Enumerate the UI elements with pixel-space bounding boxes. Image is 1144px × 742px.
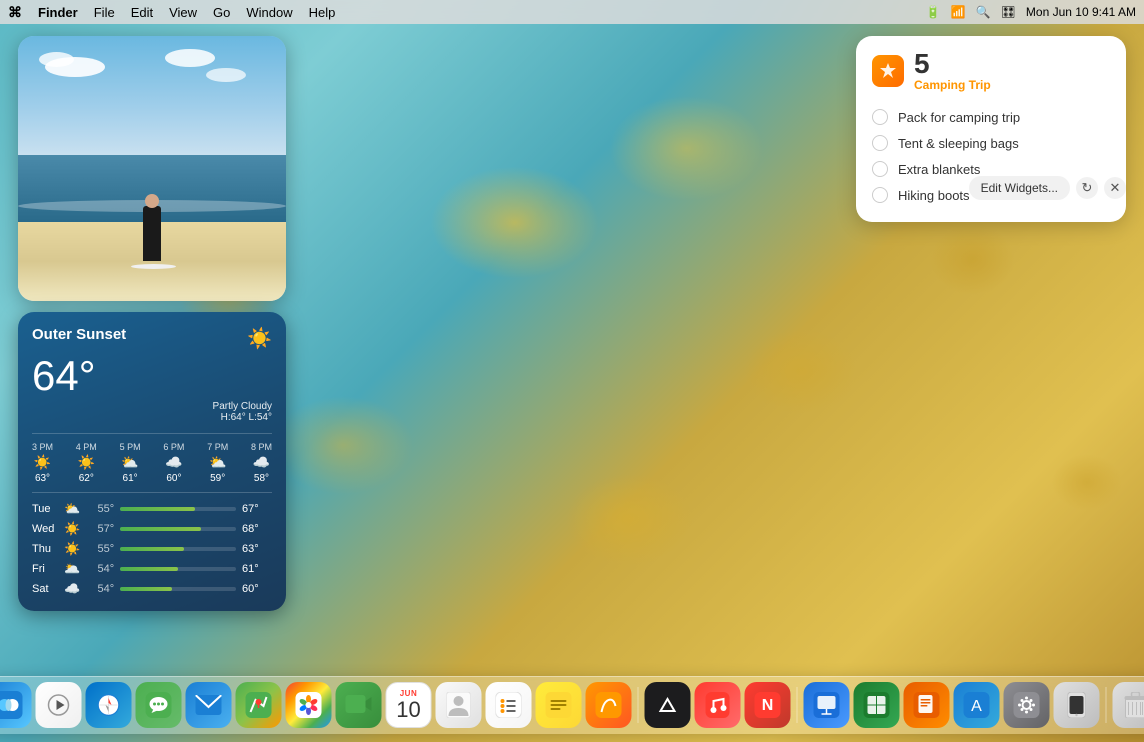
- dock-messages[interactable]: [136, 682, 182, 728]
- daily-row-sat: Sat ☁️ 54° 60°: [32, 581, 272, 597]
- dock-contacts[interactable]: [436, 682, 482, 728]
- reminder-text-4: Hiking boots: [898, 188, 970, 203]
- search-icon[interactable]: 🔍: [976, 5, 991, 19]
- reminder-checkbox-2[interactable]: [872, 135, 888, 151]
- dock-trash[interactable]: [1113, 682, 1144, 728]
- dock-iphone-mirror[interactable]: [1054, 682, 1100, 728]
- dock-appstore[interactable]: A: [954, 682, 1000, 728]
- reminder-item-1[interactable]: Pack for camping trip: [872, 104, 1110, 130]
- dock-finder[interactable]: [0, 682, 32, 728]
- dock-mail[interactable]: [186, 682, 232, 728]
- dock-music[interactable]: [695, 682, 741, 728]
- dock-separator-2: [797, 687, 798, 723]
- dock-pages[interactable]: [904, 682, 950, 728]
- menubar: ⌘ Finder File Edit View Go Window Help 🔋…: [0, 0, 1144, 24]
- reminder-checkbox-4[interactable]: [872, 187, 888, 203]
- dock-numbers[interactable]: [854, 682, 900, 728]
- reminders-app-icon: [872, 55, 904, 87]
- dock-keynote[interactable]: [804, 682, 850, 728]
- daily-row-tue: Tue ⛅ 55° 67°: [32, 501, 272, 517]
- wifi-icon: 📶: [951, 5, 966, 19]
- dock-maps[interactable]: [236, 682, 282, 728]
- dock-photos[interactable]: [286, 682, 332, 728]
- menu-window[interactable]: Window: [246, 5, 292, 20]
- dock-safari[interactable]: [86, 682, 132, 728]
- reminder-checkbox-3[interactable]: [872, 161, 888, 177]
- svg-text:A: A: [971, 698, 982, 715]
- dock-appletv[interactable]: [645, 682, 691, 728]
- weather-daily: Tue ⛅ 55° 67° Wed ☀️ 57° 68° Thu ☀️ 55° …: [32, 492, 272, 597]
- weather-temperature: 64°: [32, 355, 272, 397]
- dock-facetime[interactable]: [336, 682, 382, 728]
- apple-menu[interactable]: ⌘: [8, 4, 22, 21]
- menu-finder[interactable]: Finder: [38, 5, 78, 20]
- daily-row-fri: Fri 🌥️ 54° 61°: [32, 561, 272, 577]
- reminders-count: 5: [914, 50, 991, 78]
- photo-widget: [18, 36, 286, 301]
- close-widget-button[interactable]: ✕: [1104, 177, 1126, 199]
- reminder-item-2[interactable]: Tent & sleeping bags: [872, 130, 1110, 156]
- reminder-checkbox-1[interactable]: [872, 109, 888, 125]
- dock-reminders[interactable]: [486, 682, 532, 728]
- dock-notes[interactable]: [536, 682, 582, 728]
- menu-file[interactable]: File: [94, 5, 115, 20]
- weather-location: Outer Sunset: [32, 326, 126, 343]
- dock-separator: [638, 687, 639, 723]
- weather-highlow: Partly Cloudy H:64° L:54°: [213, 401, 272, 423]
- control-center-icon[interactable]: 🎛: [1001, 5, 1016, 19]
- daily-row-wed: Wed ☀️ 57° 68°: [32, 521, 272, 537]
- menu-edit[interactable]: Edit: [131, 5, 153, 20]
- rotate-widget-button[interactable]: ↻: [1076, 177, 1098, 199]
- menu-view[interactable]: View: [169, 5, 197, 20]
- widget-controls: Edit Widgets... ↻ ✕: [969, 176, 1126, 200]
- dock-system-settings[interactable]: [1004, 682, 1050, 728]
- svg-text:N: N: [762, 697, 774, 714]
- battery-icon: 🔋: [926, 5, 941, 19]
- reminders-list-name: Camping Trip: [914, 78, 991, 92]
- dock-separator-3: [1106, 687, 1107, 723]
- dock-launchpad[interactable]: [36, 682, 82, 728]
- menu-go[interactable]: Go: [213, 5, 230, 20]
- dock-calendar[interactable]: JUN 10: [386, 682, 432, 728]
- reminder-text-3: Extra blankets: [898, 162, 980, 177]
- daily-row-thu: Thu ☀️ 55° 63°: [32, 541, 272, 557]
- datetime: Mon Jun 10 9:41 AM: [1026, 5, 1136, 19]
- dock-freeform[interactable]: [586, 682, 632, 728]
- desktop: ⌘ Finder File Edit View Go Window Help 🔋…: [0, 0, 1144, 742]
- dock: JUN 10: [0, 676, 1144, 734]
- weather-sun-icon: ☀️: [247, 326, 272, 351]
- dock-news[interactable]: N: [745, 682, 791, 728]
- reminder-text-2: Tent & sleeping bags: [898, 136, 1019, 151]
- weather-hourly: 3 PM ☀️ 63° 4 PM ☀️ 62° 5 PM ⛅ 61° 6 PM …: [32, 433, 272, 484]
- weather-widget: Outer Sunset ☀️ 64° Partly Cloudy H:64° …: [18, 312, 286, 611]
- reminder-text-1: Pack for camping trip: [898, 110, 1020, 125]
- menu-help[interactable]: Help: [309, 5, 336, 20]
- edit-widgets-button[interactable]: Edit Widgets...: [969, 176, 1070, 200]
